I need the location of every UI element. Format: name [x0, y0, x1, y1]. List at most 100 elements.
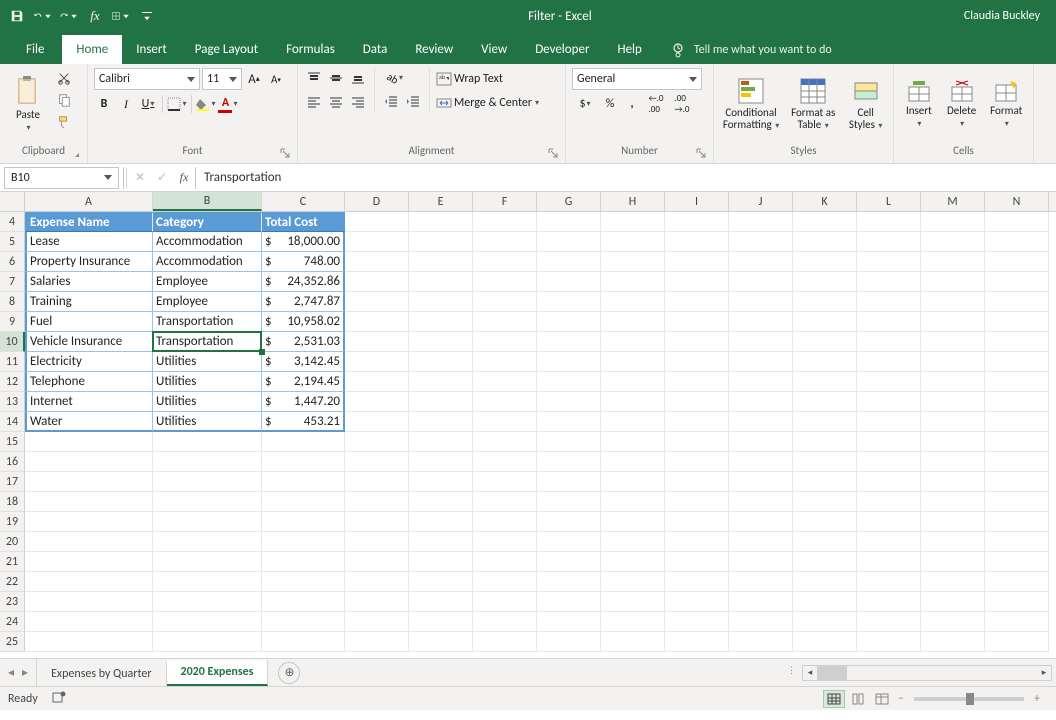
cell[interactable]: [601, 512, 665, 532]
cell[interactable]: Fuel: [25, 312, 153, 332]
cell[interactable]: Expense Name: [25, 212, 153, 232]
cell[interactable]: [537, 532, 601, 552]
cell[interactable]: [409, 452, 473, 472]
column-header[interactable]: J: [729, 192, 793, 211]
cell[interactable]: [729, 392, 793, 412]
customize-qat-icon[interactable]: [138, 7, 156, 25]
cell[interactable]: [345, 212, 409, 232]
cell[interactable]: [921, 392, 985, 412]
column-header[interactable]: H: [601, 192, 665, 211]
cell[interactable]: [537, 632, 601, 652]
cell[interactable]: [262, 472, 345, 492]
cell[interactable]: [601, 392, 665, 412]
cell-styles-button[interactable]: CellStyles ▾: [844, 68, 887, 140]
cell[interactable]: [921, 312, 985, 332]
cell[interactable]: [153, 592, 262, 612]
cell[interactable]: [729, 292, 793, 312]
cell[interactable]: [409, 612, 473, 632]
cell[interactable]: [262, 532, 345, 552]
cell[interactable]: [601, 292, 665, 312]
cell[interactable]: [537, 432, 601, 452]
align-bottom-icon[interactable]: [348, 68, 368, 88]
cell[interactable]: [921, 612, 985, 632]
cell[interactable]: [857, 292, 921, 312]
cell[interactable]: [793, 572, 857, 592]
cell[interactable]: [473, 612, 537, 632]
row-header[interactable]: 25: [0, 632, 25, 652]
cell[interactable]: [262, 452, 345, 472]
cell[interactable]: [601, 272, 665, 292]
cell[interactable]: [793, 592, 857, 612]
cell[interactable]: [793, 632, 857, 652]
cell[interactable]: [473, 572, 537, 592]
cell[interactable]: [729, 452, 793, 472]
cell[interactable]: [473, 552, 537, 572]
row-header[interactable]: 8: [0, 292, 25, 312]
cell[interactable]: [985, 572, 1049, 592]
align-left-icon[interactable]: [304, 92, 324, 112]
cell[interactable]: [729, 512, 793, 532]
cell[interactable]: $10,958.02: [262, 312, 345, 332]
row-header[interactable]: 14: [0, 412, 25, 432]
row-header[interactable]: 5: [0, 232, 25, 252]
cell[interactable]: [345, 592, 409, 612]
cell[interactable]: [985, 472, 1049, 492]
cell[interactable]: [665, 552, 729, 572]
cell[interactable]: [921, 352, 985, 372]
cell[interactable]: [793, 612, 857, 632]
tab-insert[interactable]: Insert: [122, 35, 181, 64]
cell[interactable]: [793, 332, 857, 352]
row-header[interactable]: 24: [0, 612, 25, 632]
cell[interactable]: [665, 292, 729, 312]
column-header[interactable]: E: [409, 192, 473, 211]
cell[interactable]: [537, 232, 601, 252]
cell[interactable]: [729, 272, 793, 292]
cell[interactable]: [345, 232, 409, 252]
cell[interactable]: [25, 492, 153, 512]
cell[interactable]: [665, 392, 729, 412]
cell[interactable]: [537, 332, 601, 352]
cell[interactable]: Accommodation: [153, 252, 262, 272]
cell[interactable]: [665, 352, 729, 372]
cell[interactable]: [262, 492, 345, 512]
cell[interactable]: [345, 432, 409, 452]
cell[interactable]: [729, 352, 793, 372]
number-format-combo[interactable]: General: [572, 68, 702, 90]
cell[interactable]: [793, 292, 857, 312]
cell[interactable]: [985, 452, 1049, 472]
spreadsheet-grid[interactable]: ABCDEFGHIJKLMN 4567891011121314151617181…: [0, 192, 1056, 658]
cell[interactable]: [985, 312, 1049, 332]
row-header[interactable]: 6: [0, 252, 25, 272]
cell[interactable]: [473, 512, 537, 532]
cell[interactable]: [729, 232, 793, 252]
cell[interactable]: [262, 632, 345, 652]
cell[interactable]: [345, 392, 409, 412]
cell[interactable]: [921, 212, 985, 232]
cell[interactable]: Utilities: [153, 412, 262, 432]
cell[interactable]: [409, 312, 473, 332]
cell[interactable]: [345, 492, 409, 512]
row-header[interactable]: 17: [0, 472, 25, 492]
cell[interactable]: [729, 472, 793, 492]
row-header[interactable]: 19: [0, 512, 25, 532]
cell[interactable]: [985, 532, 1049, 552]
cell[interactable]: [409, 212, 473, 232]
cell[interactable]: [793, 312, 857, 332]
cell[interactable]: [345, 572, 409, 592]
cell[interactable]: [857, 432, 921, 452]
cell[interactable]: [921, 592, 985, 612]
cell[interactable]: Salaries: [25, 272, 153, 292]
page-layout-view-icon[interactable]: [847, 690, 869, 708]
cell[interactable]: [793, 232, 857, 252]
cell[interactable]: [601, 552, 665, 572]
row-header[interactable]: 21: [0, 552, 25, 572]
cell[interactable]: [153, 572, 262, 592]
cell[interactable]: [473, 292, 537, 312]
row-header[interactable]: 7: [0, 272, 25, 292]
cell[interactable]: [601, 212, 665, 232]
cell[interactable]: [793, 392, 857, 412]
comma-format-icon[interactable]: ,: [622, 94, 642, 114]
cell[interactable]: [537, 512, 601, 532]
borders-icon[interactable]: ▾: [167, 94, 187, 114]
cell[interactable]: [921, 272, 985, 292]
